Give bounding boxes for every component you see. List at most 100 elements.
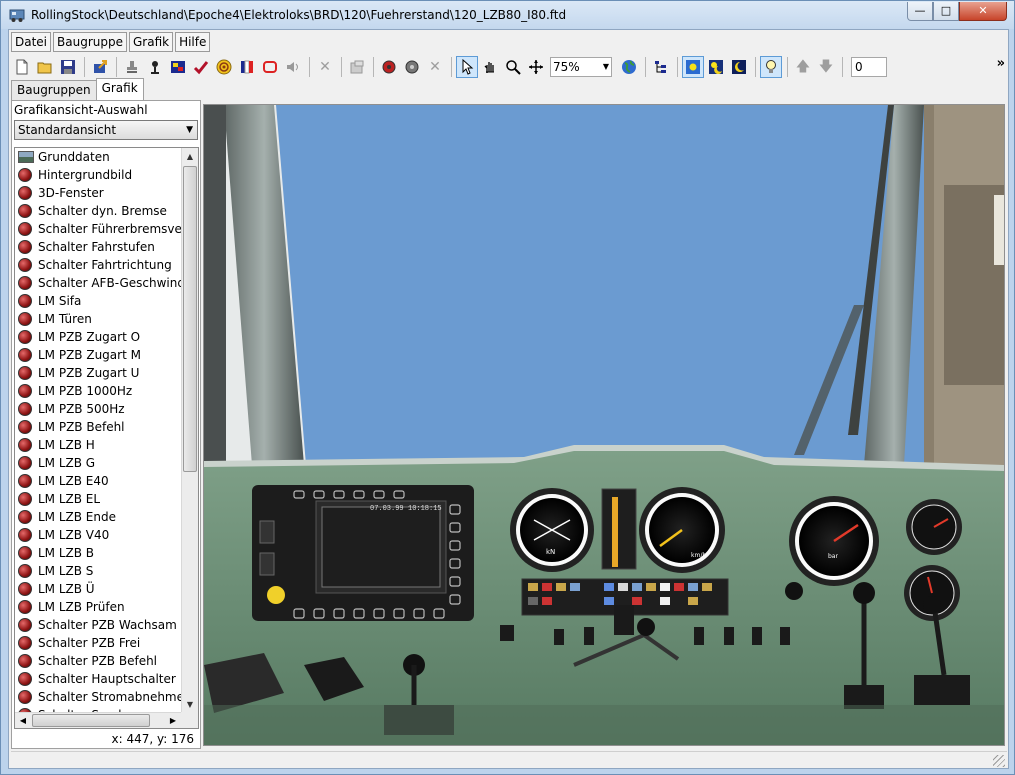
list-item[interactable]: LM LZB Ende	[15, 508, 181, 526]
scroll-up-icon[interactable]: ▲	[182, 148, 198, 165]
gauge-grey-icon[interactable]	[401, 56, 423, 78]
tab-baugruppen[interactable]: Baugruppen	[11, 80, 97, 100]
horizontal-scrollbar[interactable]: ◀ ▶	[15, 712, 181, 728]
arrow-down-icon[interactable]: 🡇	[815, 56, 837, 78]
list-item[interactable]: LM Türen	[15, 310, 181, 328]
sun-icon[interactable]	[682, 56, 704, 78]
magnifier-icon[interactable]	[502, 56, 524, 78]
list-item[interactable]: LM PZB Zugart O	[15, 328, 181, 346]
cab-canvas[interactable]: 07.03.99 10:18:15 kN km/h bar	[203, 104, 1005, 746]
vertical-scrollbar[interactable]: ▲ ▼	[181, 148, 198, 713]
list-item[interactable]: LM LZB Prüfen	[15, 598, 181, 616]
tree-icon[interactable]	[650, 56, 672, 78]
layer-number-field[interactable]: 0	[851, 57, 887, 77]
check-icon[interactable]	[190, 56, 212, 78]
list-item[interactable]: LM LZB H	[15, 436, 181, 454]
frame-icon[interactable]	[259, 56, 281, 78]
list-item[interactable]: 3D-Fenster	[15, 184, 181, 202]
list-item[interactable]: LM LZB B	[15, 544, 181, 562]
maximize-button[interactable]: □	[933, 2, 959, 21]
new-file-icon[interactable]	[11, 56, 33, 78]
list-item-label: LM LZB S	[38, 564, 94, 578]
flag-icon[interactable]	[236, 56, 258, 78]
menu-hilfe[interactable]: Hilfe	[175, 32, 211, 52]
list-item[interactable]: LM LZB Ü	[15, 580, 181, 598]
menu-grafik[interactable]: Grafik	[128, 32, 174, 52]
list-item[interactable]: LM PZB Zugart M	[15, 346, 181, 364]
properties-icon[interactable]	[346, 56, 368, 78]
list-item[interactable]: Grunddaten	[15, 148, 181, 166]
hand-icon[interactable]	[479, 56, 501, 78]
globe-icon[interactable]	[618, 56, 640, 78]
pointer-icon[interactable]	[456, 56, 478, 78]
list-item[interactable]: Schalter Fahrstufen	[15, 238, 181, 256]
gauge-icon	[18, 528, 32, 542]
lightbulb-icon[interactable]	[760, 56, 782, 78]
list-item[interactable]: Schalter PZB Frei	[15, 634, 181, 652]
gauge-icon	[18, 204, 32, 218]
list-item[interactable]: Schalter PZB Befehl	[15, 652, 181, 670]
list-item[interactable]: Schalter Stromabnehmer	[15, 688, 181, 706]
cross-icon[interactable]: ✕	[424, 56, 446, 78]
list-item-label: LM Türen	[38, 312, 92, 326]
speed-gauge-unit: km/h	[691, 552, 706, 559]
gauge-icon	[18, 258, 32, 272]
close-button[interactable]: ✕	[959, 2, 1007, 21]
list-item[interactable]: Schalter Führerbremsventil	[15, 220, 181, 238]
speaker-icon[interactable]	[282, 56, 304, 78]
view-select[interactable]: Standardansicht ▼	[14, 120, 198, 140]
list-item[interactable]: LM Sifa	[15, 292, 181, 310]
application-window: RollingStock\Deutschland\Epoche4\Elektro…	[0, 0, 1015, 775]
title-bar[interactable]: RollingStock\Deutschland\Epoche4\Elektro…	[1, 1, 1014, 29]
scroll-left-icon[interactable]: ◀	[15, 713, 31, 728]
delete-icon[interactable]: ✕	[314, 56, 336, 78]
list-item-label: LM LZB G	[38, 456, 96, 470]
sun-moon-icon[interactable]	[705, 56, 727, 78]
list-item[interactable]: LM LZB E40	[15, 472, 181, 490]
arrow-up-icon[interactable]: 🡅	[792, 56, 814, 78]
list-item[interactable]: Schalter dyn. Bremse	[15, 202, 181, 220]
gauge-icon	[18, 384, 32, 398]
gauge-red-icon[interactable]	[378, 56, 400, 78]
list-item[interactable]: LM PZB Zugart U	[15, 364, 181, 382]
traction-gauge: kN	[510, 488, 594, 572]
list-item[interactable]: LM PZB 1000Hz	[15, 382, 181, 400]
stamp-icon[interactable]	[121, 56, 143, 78]
gauge-icon	[18, 276, 32, 290]
menu-baugruppe[interactable]: Baugruppe	[53, 32, 127, 52]
scroll-right-icon[interactable]: ▶	[165, 713, 181, 728]
toolbar-overflow-button[interactable]: »	[997, 56, 1005, 71]
spiral-icon[interactable]	[213, 56, 235, 78]
pin-icon[interactable]	[144, 56, 166, 78]
zoom-select[interactable]: 75% ▼	[550, 57, 612, 77]
list-item[interactable]: Schalter PZB Wachsam	[15, 616, 181, 634]
list-item[interactable]: LM LZB G	[15, 454, 181, 472]
list-item[interactable]: Schalter AFB-Geschwindig	[15, 274, 181, 292]
scroll-thumb[interactable]	[183, 166, 197, 472]
list-item[interactable]: LM LZB EL	[15, 490, 181, 508]
list-item[interactable]: Hintergrundbild	[15, 166, 181, 184]
list-item[interactable]: LM LZB V40	[15, 526, 181, 544]
list-item[interactable]: LM PZB Befehl	[15, 418, 181, 436]
photo-icon	[18, 151, 34, 163]
scroll-down-icon[interactable]: ▼	[182, 696, 198, 713]
moon-icon[interactable]	[728, 56, 750, 78]
list-item[interactable]: Schalter Hauptschalter	[15, 670, 181, 688]
gauge-icon	[18, 420, 32, 434]
scroll-thumb-horizontal[interactable]	[32, 714, 150, 727]
list-item-label: LM PZB Zugart U	[38, 366, 140, 380]
tab-grafik[interactable]: Grafik	[95, 78, 144, 100]
save-icon[interactable]	[57, 56, 79, 78]
open-folder-icon[interactable]	[34, 56, 56, 78]
minimize-button[interactable]: —	[907, 2, 933, 21]
resize-grip[interactable]	[993, 755, 1005, 767]
color-icon[interactable]	[167, 56, 189, 78]
menu-datei[interactable]: Datei	[11, 32, 52, 52]
move-icon[interactable]	[525, 56, 547, 78]
list-item[interactable]: Schalter Fahrtrichtung	[15, 256, 181, 274]
export-icon[interactable]	[89, 56, 111, 78]
list-item[interactable]: LM PZB 500Hz	[15, 400, 181, 418]
list-item[interactable]: LM LZB S	[15, 562, 181, 580]
gauge-icon	[18, 546, 32, 560]
window-title: RollingStock\Deutschland\Epoche4\Elektro…	[31, 8, 567, 22]
